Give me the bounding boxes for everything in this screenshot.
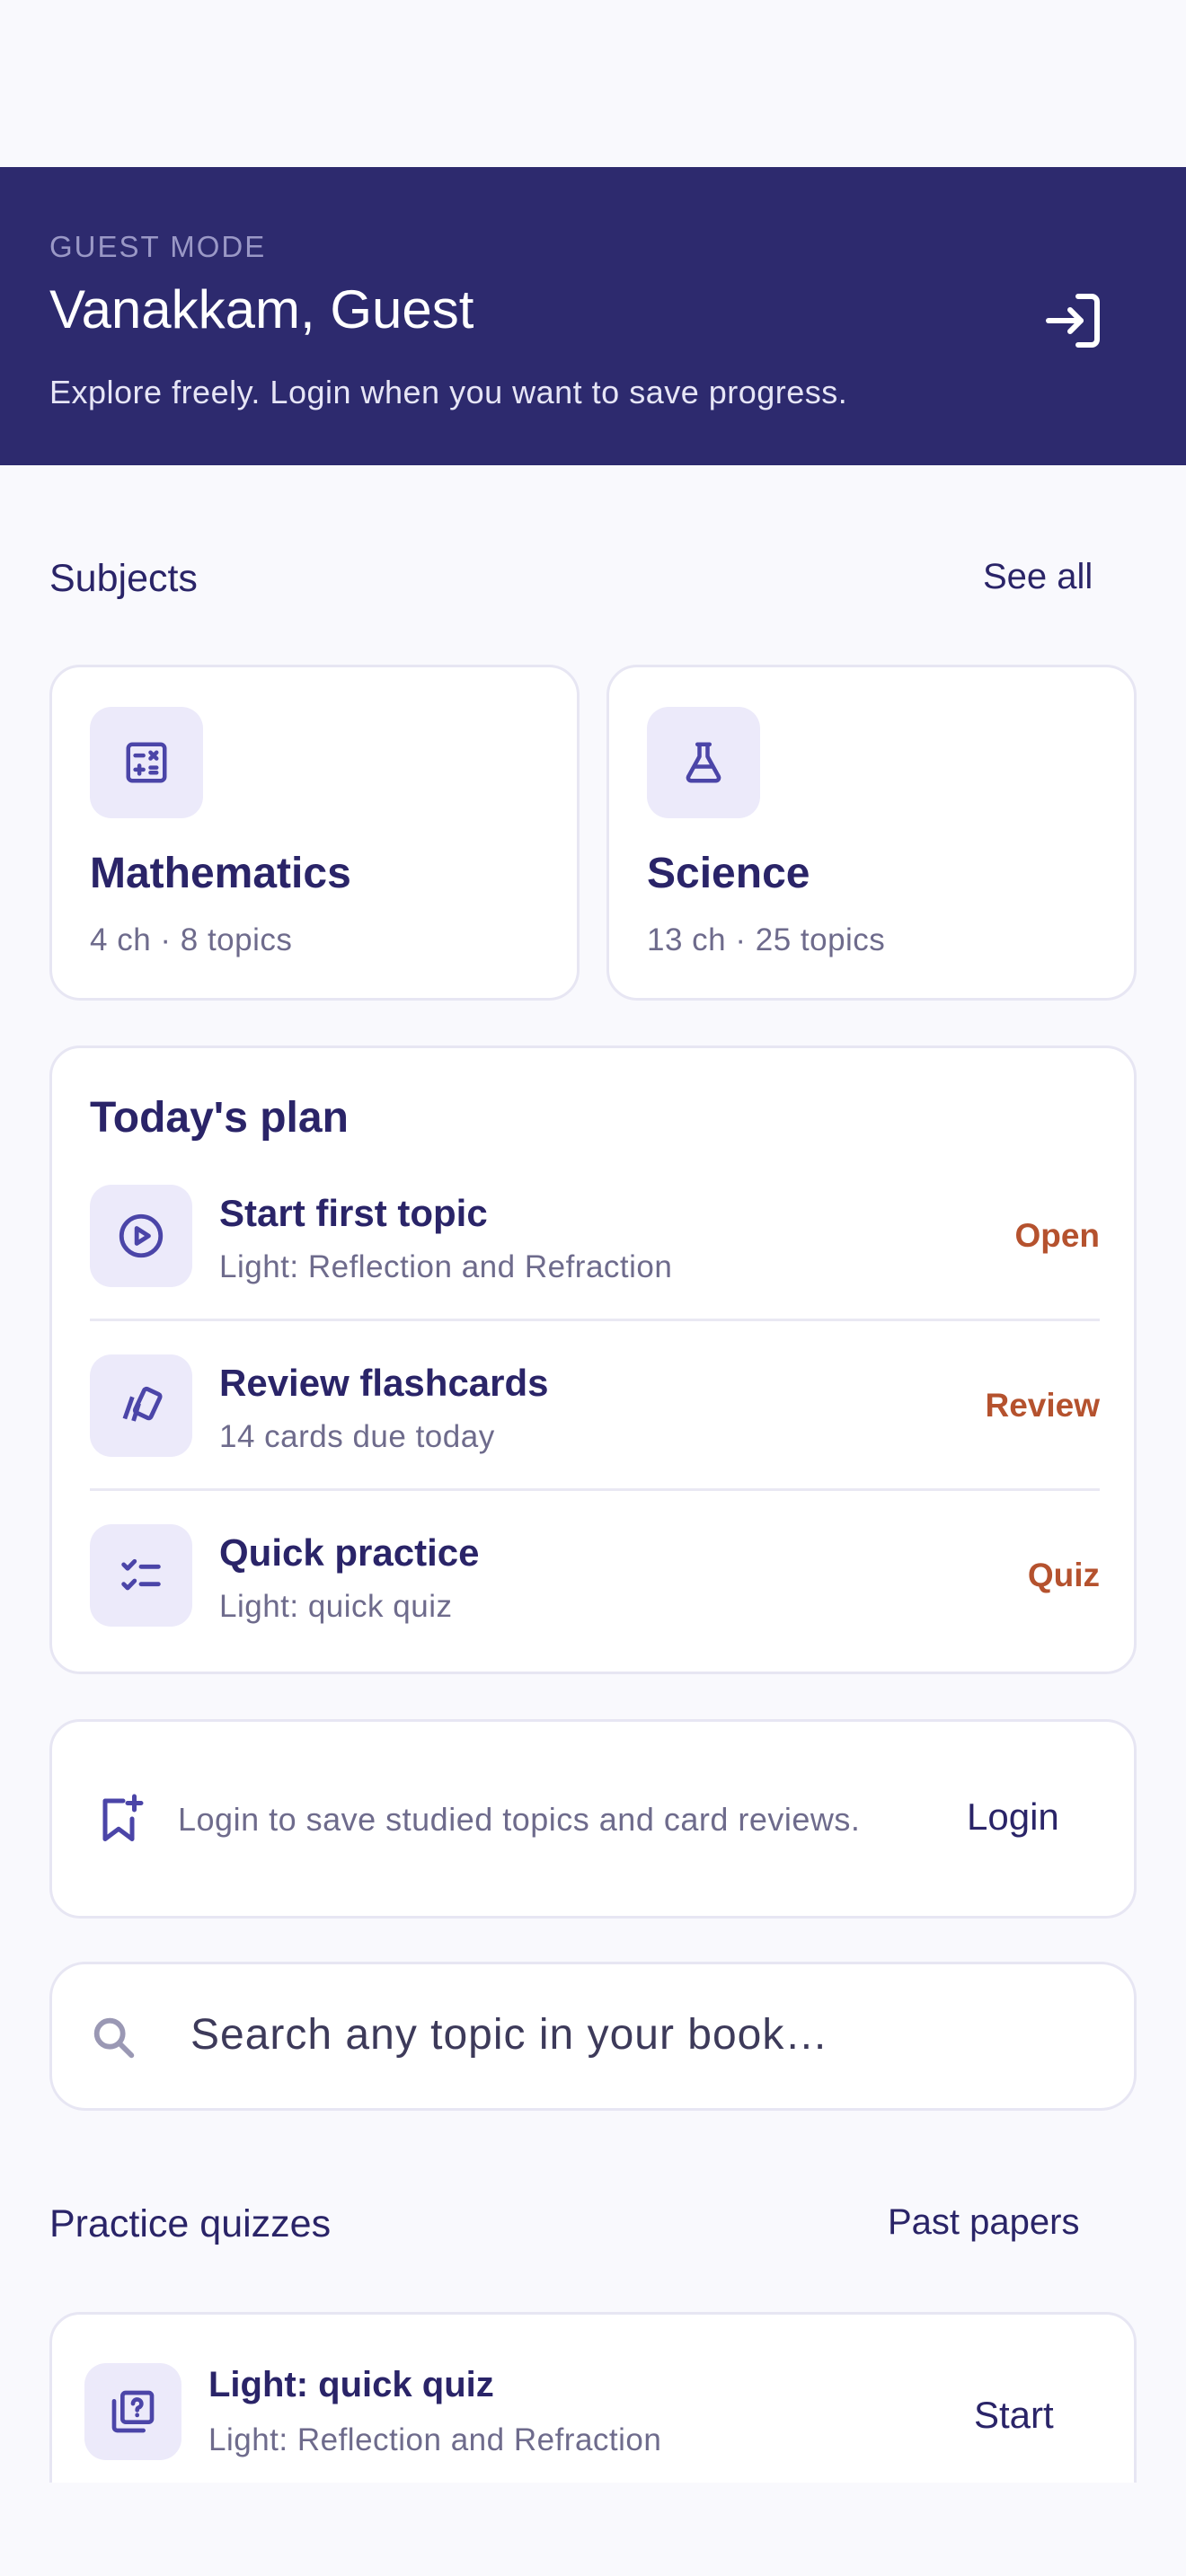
quiz-list-viewport: Light: quick quiz Light: Reflection and … (0, 2312, 1186, 2483)
plan-title: Today's plan (90, 1094, 349, 1142)
see-all-link[interactable]: See all (983, 557, 1093, 597)
plan-item-title: Start first topic (219, 1192, 488, 1234)
flask-icon (686, 742, 721, 783)
quiz-action[interactable]: Quiz (1028, 1557, 1100, 1594)
review-action[interactable]: Review (985, 1387, 1100, 1425)
plan-item-start-topic[interactable]: Start first topic Light: Reflection and … (90, 1185, 1100, 1289)
calculator-icon (126, 742, 167, 783)
greeting-subtitle: Explore freely. Login when you want to s… (49, 374, 848, 410)
plan-item-title: Quick practice (219, 1531, 480, 1574)
greeting-title: Vanakkam, Guest (49, 279, 474, 340)
search-input[interactable] (190, 1997, 999, 2072)
login-banner: Login to save studied topics and card re… (49, 1719, 1137, 1919)
plan-item-subtitle: 14 cards due today (219, 1419, 495, 1454)
subject-card-mathematics[interactable]: Mathematics 4 ch · 8 topics (49, 665, 580, 1001)
checklist-icon-tile (90, 1524, 192, 1627)
cards-icon (122, 1386, 163, 1422)
subjects-title: Subjects (49, 557, 198, 600)
play-circle-icon (119, 1213, 164, 1258)
login-icon[interactable] (1040, 288, 1105, 353)
plan-item-subtitle: Light: quick quiz (219, 1589, 453, 1624)
open-action[interactable]: Open (1014, 1217, 1100, 1255)
plan-item-title: Review flashcards (219, 1362, 549, 1404)
past-papers-link[interactable]: Past papers (888, 2202, 1079, 2243)
start-quiz-button[interactable]: Start (974, 2394, 1054, 2437)
search-icon (93, 2017, 135, 2059)
calculator-icon-tile (90, 707, 203, 818)
play-icon-tile (90, 1185, 192, 1287)
flask-icon-tile (647, 707, 760, 818)
bookmark-add-icon (102, 1794, 144, 1841)
guest-banner: GUEST MODE Vanakkam, Guest Explore freel… (0, 167, 1186, 465)
quiz-subtitle: Light: Reflection and Refraction (208, 2422, 662, 2457)
subject-meta: 4 ch · 8 topics (90, 922, 293, 957)
subject-card-science[interactable]: Science 13 ch · 25 topics (606, 665, 1137, 1001)
quiz-title: Light: quick quiz (208, 2365, 494, 2404)
checklist-icon (121, 1558, 161, 1591)
plan-item-review-flashcards[interactable]: Review flashcards 14 cards due today Rev… (90, 1354, 1100, 1459)
guest-mode-label: GUEST MODE (49, 230, 267, 263)
login-button[interactable]: Login (967, 1795, 1059, 1839)
cards-icon-tile (90, 1354, 192, 1457)
quiz-card[interactable]: Light: quick quiz Light: Reflection and … (49, 2312, 1137, 2483)
plan-item-quick-practice[interactable]: Quick practice Light: quick quiz Quiz (90, 1524, 1100, 1628)
subject-name: Science (647, 850, 810, 897)
subject-name: Mathematics (90, 850, 351, 897)
plan-item-subtitle: Light: Reflection and Refraction (219, 1249, 673, 1284)
practice-quizzes-title: Practice quizzes (49, 2202, 332, 2245)
todays-plan-card: Today's plan Start first topic Light: Re… (49, 1045, 1137, 1674)
login-banner-text: Login to save studied topics and card re… (178, 1801, 861, 1838)
search-bar[interactable] (49, 1962, 1137, 2111)
quiz-icon (111, 2390, 155, 2433)
divider (90, 1488, 1100, 1491)
divider (90, 1319, 1100, 1321)
subject-meta: 13 ch · 25 topics (647, 922, 886, 957)
quiz-icon-tile (84, 2363, 181, 2460)
